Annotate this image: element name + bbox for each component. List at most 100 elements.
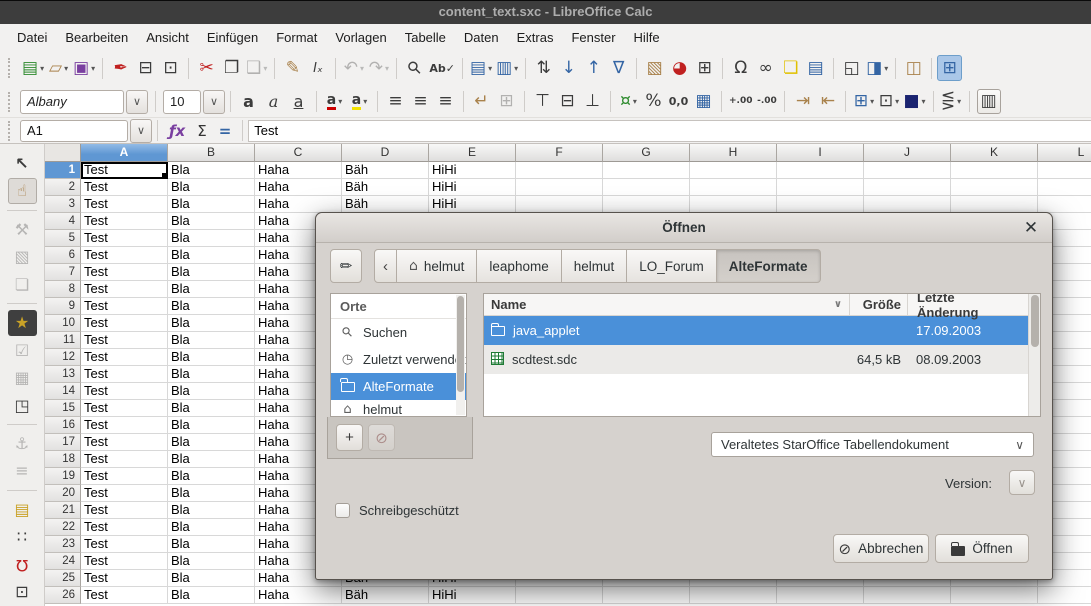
cell-A20[interactable]: Test xyxy=(81,485,168,502)
cell-B6[interactable]: Bla xyxy=(168,247,255,264)
menu-bearbeiten[interactable]: Bearbeiten xyxy=(56,26,137,49)
cell-E26[interactable]: HiHi xyxy=(429,587,516,604)
cell-L2[interactable] xyxy=(1038,179,1091,196)
align-center-button[interactable]: ≡ xyxy=(408,89,433,115)
cell-H1[interactable] xyxy=(690,162,777,179)
cell-G1[interactable] xyxy=(603,162,690,179)
back-button[interactable]: ‹ xyxy=(374,249,397,283)
cell-B12[interactable]: Bla xyxy=(168,349,255,366)
column-header-b[interactable]: B xyxy=(168,144,255,162)
column-header-k[interactable]: K xyxy=(951,144,1038,162)
border-style-dropdown-arrow[interactable]: ▾ xyxy=(895,97,899,106)
row-header-5[interactable]: 5 xyxy=(45,230,81,247)
cell-A25[interactable]: Test xyxy=(81,570,168,587)
cell-I1[interactable] xyxy=(777,162,864,179)
format-percent-button[interactable]: % xyxy=(641,89,666,115)
row-header-18[interactable]: 18 xyxy=(45,451,81,468)
cell-D26[interactable]: Bäh xyxy=(342,587,429,604)
cell-B9[interactable]: Bla xyxy=(168,298,255,315)
cell-H3[interactable] xyxy=(690,196,777,213)
highlighting-color-button[interactable]: a▾ xyxy=(347,89,372,115)
format-date-button[interactable]: ▦ xyxy=(691,89,716,115)
conditional-formatting-dropdown-arrow[interactable]: ▾ xyxy=(957,97,961,106)
align-bottom-button[interactable]: ⊥ xyxy=(580,89,605,115)
bold-button[interactable]: a xyxy=(236,89,261,115)
borders-dropdown-arrow[interactable]: ▾ xyxy=(870,97,874,106)
cell-G26[interactable] xyxy=(603,587,690,604)
cell-C26[interactable]: Haha xyxy=(255,587,342,604)
cell-B4[interactable]: Bla xyxy=(168,213,255,230)
file-list-scrollbar[interactable] xyxy=(1028,294,1040,416)
row-header-22[interactable]: 22 xyxy=(45,519,81,536)
comment-button[interactable]: ❏ xyxy=(778,55,803,81)
print-preview-button[interactable]: ⊡ xyxy=(158,55,183,81)
menu-datei[interactable]: Datei xyxy=(8,26,56,49)
cell-A23[interactable]: Test xyxy=(81,536,168,553)
format-currency-button[interactable]: ¤▾ xyxy=(616,89,641,115)
increase-indent-button[interactable]: ⇥ xyxy=(790,89,815,115)
print-button[interactable]: ⊟ xyxy=(133,55,158,81)
cell-A2[interactable]: Test xyxy=(81,179,168,196)
find-replace-button[interactable]: ⚲ xyxy=(402,55,427,81)
row-header-21[interactable]: 21 xyxy=(45,502,81,519)
dialog-titlebar[interactable]: Öffnen ✕ xyxy=(316,213,1052,243)
frame-tool-button[interactable]: ⊡ xyxy=(8,580,37,605)
freeze-panes-button[interactable]: ◨▾ xyxy=(864,55,890,81)
cell-B2[interactable]: Bla xyxy=(168,179,255,196)
print-area-button[interactable]: ◱ xyxy=(839,55,864,81)
font-name-combobox[interactable]: Albany xyxy=(20,90,124,114)
cell-A17[interactable]: Test xyxy=(81,434,168,451)
cell-E1[interactable]: HiHi xyxy=(429,162,516,179)
cell-J2[interactable] xyxy=(864,179,951,196)
cell-B3[interactable]: Bla xyxy=(168,196,255,213)
cut-button[interactable]: ✂ xyxy=(194,55,219,81)
open-button[interactable]: Öffnen xyxy=(935,534,1029,563)
row-header-13[interactable]: 13 xyxy=(45,366,81,383)
file-type-dropdown[interactable]: Veraltetes StarOffice Tabellendokument ∨ xyxy=(711,432,1034,457)
cell-A15[interactable]: Test xyxy=(81,400,168,417)
cell-F1[interactable] xyxy=(516,162,603,179)
cell-L3[interactable] xyxy=(1038,196,1091,213)
cell-A21[interactable]: Test xyxy=(81,502,168,519)
insert-row-dropdown-arrow[interactable]: ▾ xyxy=(488,64,492,73)
row-header-12[interactable]: 12 xyxy=(45,349,81,366)
cell-D2[interactable]: Bäh xyxy=(342,179,429,196)
new-document-button[interactable]: ▤▾ xyxy=(20,55,46,81)
equals-icon[interactable]: = xyxy=(219,122,232,140)
cell-D3[interactable]: Bäh xyxy=(342,196,429,213)
cell-E2[interactable]: HiHi xyxy=(429,179,516,196)
add-place-button[interactable]: + xyxy=(336,424,363,451)
cell-E3[interactable]: HiHi xyxy=(429,196,516,213)
menu-extras[interactable]: Extras xyxy=(508,26,563,49)
insert-image-button[interactable]: ▧ xyxy=(642,55,667,81)
row-header-11[interactable]: 11 xyxy=(45,332,81,349)
cell-D1[interactable]: Bäh xyxy=(342,162,429,179)
path-button-leaphome[interactable]: leaphome xyxy=(477,249,561,283)
align-right-button[interactable]: ≡ xyxy=(433,89,458,115)
border-color-button[interactable]: ■▾ xyxy=(901,89,927,115)
open-button[interactable]: ▱▾ xyxy=(46,55,71,81)
cell-B24[interactable]: Bla xyxy=(168,553,255,570)
insert-chart-button[interactable]: ◕ xyxy=(667,55,692,81)
menu-einf-gen[interactable]: Einfügen xyxy=(198,26,267,49)
add-decimal-place-button[interactable]: +.00 xyxy=(727,89,754,115)
place-suchen[interactable]: ⚲Suchen xyxy=(331,319,466,346)
row-header-20[interactable]: 20 xyxy=(45,485,81,502)
cell-B1[interactable]: Bla xyxy=(168,162,255,179)
cell-B10[interactable]: Bla xyxy=(168,315,255,332)
cell-A13[interactable]: Test xyxy=(81,366,168,383)
sort-ascending-button[interactable]: ↑ xyxy=(581,55,606,81)
autofilter-button[interactable]: ∇ xyxy=(606,55,631,81)
grid-tool-button[interactable]: ∷ xyxy=(8,525,37,550)
cell-B18[interactable]: Bla xyxy=(168,451,255,468)
split-window-button[interactable]: ◫ xyxy=(901,55,926,81)
cell-A18[interactable]: Test xyxy=(81,451,168,468)
cell-B22[interactable]: Bla xyxy=(168,519,255,536)
formula-input[interactable]: Test xyxy=(248,120,1091,142)
format-number-button[interactable]: 0,0 xyxy=(666,89,691,115)
column-header-a[interactable]: A xyxy=(81,144,168,162)
place-alteformate[interactable]: AlteFormate xyxy=(331,373,466,400)
cell-B13[interactable]: Bla xyxy=(168,366,255,383)
format-currency-dropdown-arrow[interactable]: ▾ xyxy=(633,97,637,106)
cell-F26[interactable] xyxy=(516,587,603,604)
